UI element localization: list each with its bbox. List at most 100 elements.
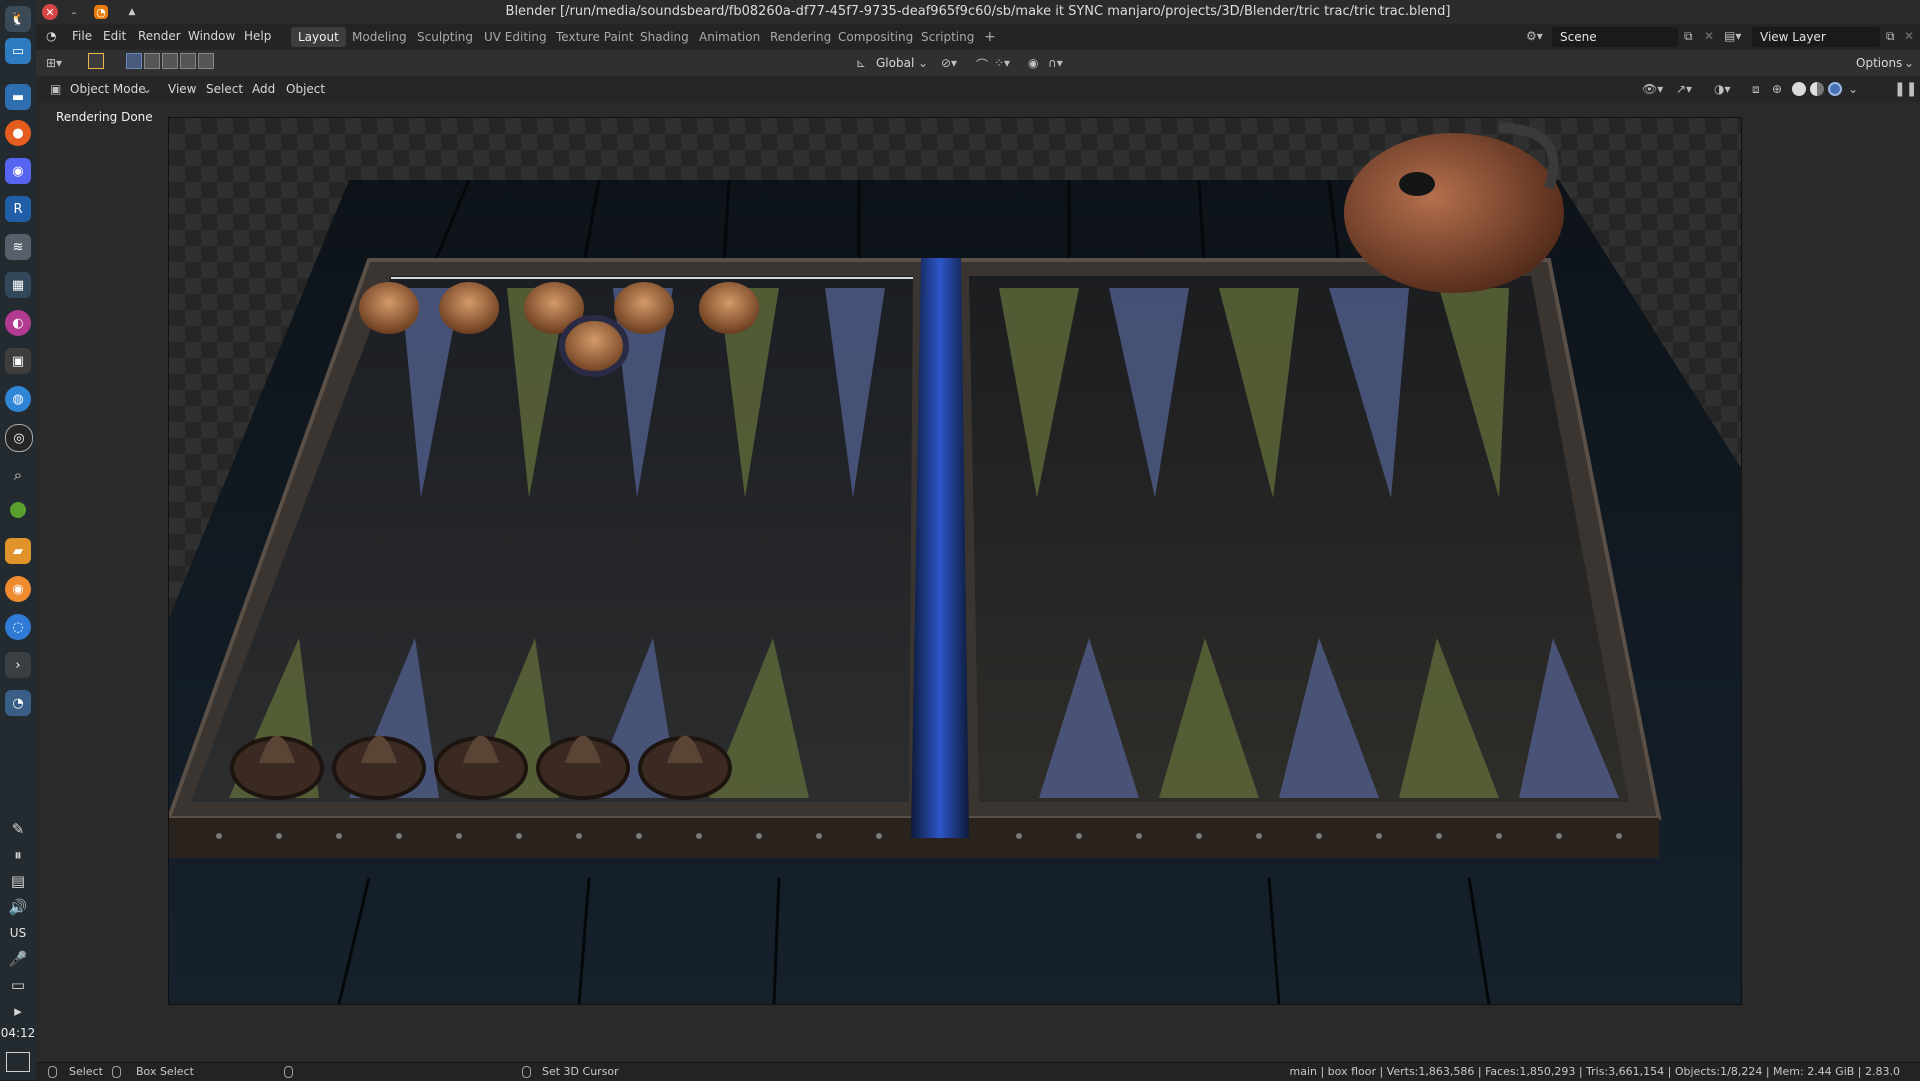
menu-help[interactable]: Help (244, 29, 271, 43)
tab-sculpting[interactable]: Sculpting (410, 27, 480, 47)
show-desktop-icon[interactable] (6, 1052, 30, 1072)
volume-icon[interactable]: 🔊 (5, 894, 31, 920)
search-icon[interactable]: ⌕ (5, 462, 31, 488)
firefox-icon[interactable]: ● (5, 120, 31, 146)
menu-file[interactable]: File (72, 29, 92, 43)
chevron-down-icon[interactable]: ⌄ (142, 82, 152, 96)
view-layer-selector-icon[interactable]: ▤▾ (1724, 29, 1741, 43)
mouse-drag-icon (112, 1066, 121, 1078)
orange-app-icon[interactable]: ◉ (5, 576, 31, 602)
select-mode-intersect-icon[interactable] (198, 53, 214, 69)
menu-render[interactable]: Render (138, 29, 181, 43)
menu-add[interactable]: Add (252, 79, 275, 99)
menu-select[interactable]: Select (206, 79, 243, 99)
proportional-edit-icon[interactable]: ◉ (1028, 56, 1038, 70)
microphone-icon[interactable]: 🎤 (5, 946, 31, 972)
menu-edit[interactable]: Edit (103, 29, 126, 43)
view-layer-field[interactable]: View Layer (1752, 27, 1880, 47)
tab-texture-paint[interactable]: Texture Paint (549, 27, 640, 47)
visibility-icon[interactable]: 👁▾ (1642, 82, 1663, 96)
transform-orientation-dropdown[interactable]: Global (876, 53, 914, 73)
clock[interactable]: 04:12 (0, 1026, 36, 1040)
overlays-icon[interactable]: ◑▾ (1714, 82, 1731, 96)
render-border (168, 117, 1742, 1005)
tab-shading[interactable]: Shading (633, 27, 696, 47)
app-launcher-icon[interactable]: ▭ (5, 38, 31, 64)
status-box-select-hint: Box Select (136, 1065, 194, 1078)
tab-layout[interactable]: Layout (291, 27, 346, 47)
window-title: Blender [/run/media/soundsbeard/fb08260a… (505, 4, 1451, 19)
material-preview-icon[interactable] (1810, 82, 1824, 96)
top-bar: ◔ File Edit Render Window Help Layout Mo… (36, 24, 1920, 50)
solid-shading-icon[interactable] (1792, 82, 1806, 96)
blender-menu-icon[interactable]: ◔ (46, 29, 56, 43)
chevron-down-icon[interactable]: ⌄ (1904, 56, 1914, 70)
snap-toggle-icon[interactable]: ⌒ (976, 56, 988, 73)
tab-modeling[interactable]: Modeling (345, 27, 414, 47)
pause-icon[interactable]: ⏸ (5, 842, 31, 868)
rendered-scene-image (169, 123, 1741, 1004)
options-dropdown[interactable]: Options (1856, 53, 1902, 73)
snap-target-icon[interactable]: ⁘▾ (994, 56, 1010, 70)
manjaro-logo-icon[interactable]: 🐧 (5, 6, 31, 32)
green-dot-icon[interactable] (10, 502, 26, 518)
add-workspace-button[interactable]: + (977, 27, 1003, 47)
select-tool-icon[interactable] (88, 53, 104, 69)
tab-compositing[interactable]: Compositing (831, 27, 920, 47)
scene-selector-icon[interactable]: ⚙▾ (1526, 29, 1543, 43)
rendered-shading-icon[interactable] (1828, 82, 1842, 96)
mouse-right-icon (522, 1066, 531, 1078)
tab-scripting[interactable]: Scripting (914, 27, 981, 47)
menu-view[interactable]: View (168, 79, 196, 99)
3d-viewport[interactable]: Rendering Done (36, 102, 1920, 1062)
discord-icon[interactable]: ◉ (5, 158, 31, 184)
bird-icon[interactable]: ✎ (5, 816, 31, 842)
new-scene-icon[interactable]: ⧉ (1684, 29, 1693, 44)
obs-icon[interactable]: ◎ (5, 424, 33, 452)
blender-icon[interactable]: ◔ (5, 690, 31, 716)
delete-view-layer-icon[interactable]: ✕ (1904, 29, 1914, 43)
color-app-icon[interactable]: ◐ (5, 310, 31, 336)
files-icon[interactable]: ▬ (5, 84, 31, 110)
chevron-down-icon[interactable]: ⌄ (918, 56, 928, 70)
mouse-left-icon (48, 1066, 57, 1078)
media-icon[interactable]: ▣ (5, 348, 31, 374)
display-icon[interactable]: ▭ (5, 972, 31, 998)
calendar-icon[interactable]: ▦ (5, 272, 31, 298)
new-view-layer-icon[interactable]: ⧉ (1886, 29, 1895, 44)
tab-uv-editing[interactable]: UV Editing (477, 27, 554, 47)
editor-type-icon[interactable]: ⊞▾ (46, 56, 62, 70)
window-titlebar[interactable]: ✕ – ◔ ▲ Blender [/run/media/soundsbeard/… (36, 0, 1920, 25)
select-mode-new-icon[interactable] (126, 53, 142, 69)
transform-orientation-icon[interactable]: ⊾ (856, 56, 866, 70)
toggle-sidebar-icon[interactable]: ❚❚ (1894, 81, 1917, 97)
menu-window[interactable]: Window (188, 29, 235, 43)
select-mode-subtract-icon[interactable] (162, 53, 178, 69)
viewport-header: ▣ Object Mode ⌄ View Select Add Object 👁… (36, 76, 1920, 102)
gizmo-icon[interactable]: ↗▾ (1676, 82, 1692, 96)
xray-icon[interactable]: ⧈ (1752, 82, 1760, 97)
select-mode-extend-icon[interactable] (144, 53, 160, 69)
folder-icon[interactable]: ▰ (5, 538, 31, 564)
expand-icon[interactable]: ▸ (5, 998, 31, 1024)
mouse-middle-icon (284, 1066, 293, 1078)
tab-animation[interactable]: Animation (692, 27, 767, 47)
wireframe-shading-icon[interactable]: ⊕ (1772, 82, 1782, 96)
tab-rendering[interactable]: Rendering (763, 27, 838, 47)
delete-scene-icon[interactable]: ✕ (1704, 29, 1714, 43)
status-select-hint: Select (69, 1065, 103, 1078)
mode-dropdown[interactable]: Object Mode (70, 79, 146, 99)
shading-options-icon[interactable]: ⌄ (1848, 82, 1858, 96)
blue-app-icon[interactable]: ◌ (5, 614, 31, 640)
clipboard-icon[interactable]: ▤ (5, 868, 31, 894)
layers-icon[interactable]: ≋ (5, 234, 31, 260)
scene-field[interactable]: Scene (1552, 27, 1678, 47)
pivot-point-icon[interactable]: ⊘▾ (941, 56, 957, 70)
select-mode-invert-icon[interactable] (180, 53, 196, 69)
globe-icon[interactable]: ◍ (5, 386, 31, 412)
falloff-icon[interactable]: ∩▾ (1048, 56, 1063, 70)
keyboard-layout-indicator[interactable]: US (0, 926, 36, 940)
menu-object[interactable]: Object (286, 79, 325, 99)
r-app-icon[interactable]: R (5, 196, 31, 222)
terminal-icon[interactable]: › (5, 652, 31, 678)
